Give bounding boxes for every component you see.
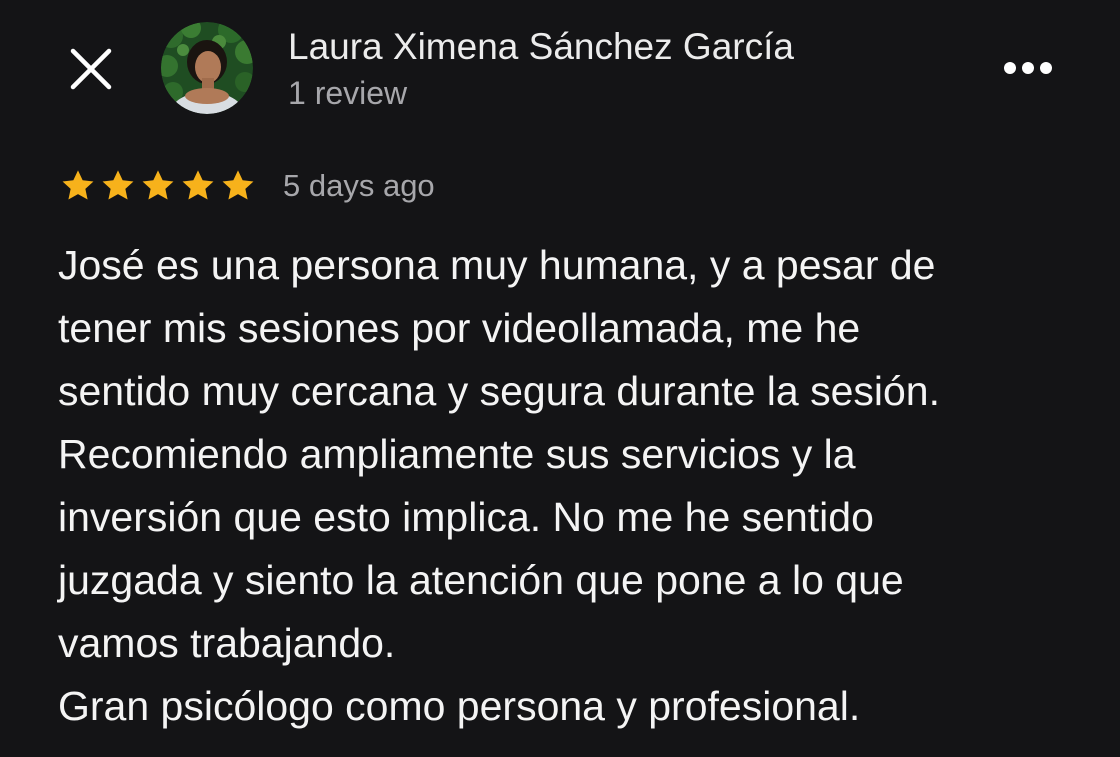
close-icon (70, 48, 112, 90)
review-text-line: vamos trabajando. (58, 620, 396, 666)
star-icon (62, 170, 94, 200)
star-icon (182, 170, 214, 200)
author-name[interactable]: Laura Ximena Sánchez García (288, 25, 794, 69)
review-header: Laura Ximena Sánchez García 1 review (0, 0, 1120, 140)
star-icon (222, 170, 254, 200)
review-text-line: Gran psicólogo como persona y profesiona… (58, 683, 861, 729)
more-horizontal-icon (1004, 62, 1052, 74)
review-text-line: José es una persona muy humana, y a pesa… (58, 242, 936, 288)
review-text-line: juzgada y siento la atención que pone a … (58, 557, 904, 603)
star-icon (102, 170, 134, 200)
review-text: José es una persona muy humana, y a pesa… (58, 234, 1098, 738)
review-date: 5 days ago (283, 168, 435, 203)
review-text-line: tener mis sesiones por videollamada, me … (58, 305, 861, 351)
review-text-line: Recomiendo ampliamente sus servicios y l… (58, 431, 856, 477)
avatar[interactable] (161, 22, 253, 114)
close-button[interactable] (64, 44, 118, 94)
review-count: 1 review (288, 75, 408, 111)
more-options-button[interactable] (996, 48, 1060, 88)
rating-row: 5 days ago (60, 164, 435, 208)
star-rating (60, 168, 256, 204)
review-text-line: inversión que esto implica. No me he sen… (58, 494, 874, 540)
review-text-line: sentido muy cercana y segura durante la … (58, 368, 941, 414)
star-icon (142, 170, 174, 200)
